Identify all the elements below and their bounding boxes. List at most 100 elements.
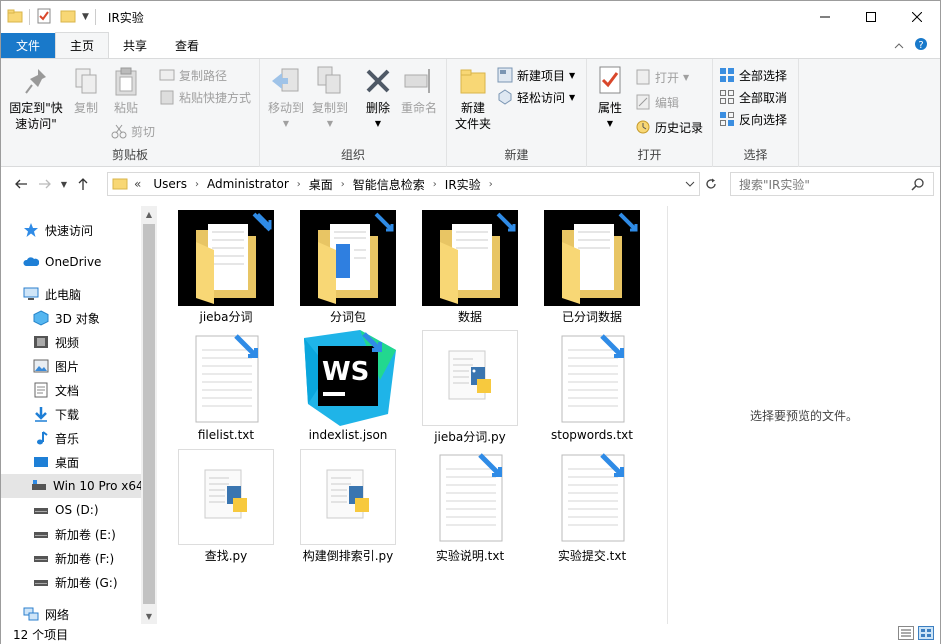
nav-onedrive[interactable]: OneDrive [23, 250, 101, 274]
delete-dropdown-icon: ▼ [374, 119, 382, 128]
nav-win10-drive[interactable]: Win 10 Pro x64 [1, 474, 141, 498]
up-button[interactable] [71, 172, 95, 196]
breadcrumb-separator-icon[interactable]: › [339, 179, 347, 190]
scroll-down-icon[interactable]: ▼ [141, 608, 157, 624]
breadcrumb-separator-icon[interactable]: › [431, 179, 439, 190]
scroll-thumb[interactable] [143, 224, 155, 604]
copy-button[interactable]: 复制 [67, 65, 105, 116]
address-dropdown-button[interactable] [681, 173, 699, 195]
tab-view[interactable]: 查看 [161, 33, 213, 58]
new-folder-button[interactable]: 新建 文件夹 [451, 65, 495, 132]
back-button[interactable] [9, 172, 33, 196]
new-folder-qat-icon[interactable] [60, 8, 76, 27]
tab-home[interactable]: 主页 [55, 32, 110, 58]
file-item[interactable]: 实验说明.txt [416, 449, 524, 565]
nav-volume-f[interactable]: 新加卷 (F:) [33, 546, 114, 570]
tab-file[interactable]: 文件 [1, 33, 56, 58]
qat-dropdown-icon[interactable]: ▼ [82, 12, 89, 22]
nav-videos[interactable]: 视频 [33, 330, 79, 354]
search-input[interactable]: 搜索"IR实验" [739, 176, 810, 193]
preview-pane: 选择要预览的文件。 [668, 206, 940, 624]
forward-button[interactable] [33, 172, 57, 196]
breadcrumb-administrator[interactable]: Administrator [201, 177, 295, 191]
nav-os-d[interactable]: OS (D:) [33, 498, 99, 522]
help-icon[interactable]: ? [914, 37, 928, 54]
file-item[interactable]: 构建倒排索引.py [294, 449, 402, 565]
breadcrumb-ir-lab[interactable]: IR实验 [439, 176, 487, 193]
nav-3d-objects[interactable]: 3D 对象 [33, 306, 100, 330]
breadcrumb-separator-icon[interactable]: › [487, 179, 495, 190]
file-item[interactable]: 查找.py [172, 449, 280, 565]
open-button[interactable]: 打开 ▼ [635, 67, 689, 87]
invert-selection-button[interactable]: 反向选择 [719, 109, 787, 129]
file-item[interactable]: stopwords.txt [538, 330, 646, 446]
nav-pictures[interactable]: 图片 [33, 354, 79, 378]
file-item[interactable]: 分词包 [294, 210, 402, 326]
paste-shortcut-button[interactable]: 粘贴快捷方式 [159, 87, 251, 107]
file-item[interactable]: 已分词数据 [538, 210, 646, 326]
move-to-button[interactable]: 移动到 ▼ [264, 65, 308, 132]
refresh-button[interactable] [702, 172, 720, 196]
nav-network[interactable]: 网络 [23, 602, 69, 624]
copy-to-button[interactable]: 复制到 ▼ [308, 65, 352, 132]
nav-this-pc[interactable]: 此电脑 [23, 282, 81, 306]
select-group-label: 选择 [743, 148, 768, 162]
breadcrumb-desktop[interactable]: 桌面 [303, 176, 339, 193]
view-toggle [898, 626, 934, 643]
svg-text:WS: WS [322, 357, 369, 387]
breadcrumb-users[interactable]: Users [147, 177, 193, 191]
file-item[interactable]: 实验提交.txt [538, 449, 646, 565]
scroll-up-icon[interactable]: ▲ [141, 206, 157, 222]
file-name: 已分词数据 [561, 310, 622, 324]
folder-icon [422, 210, 518, 306]
nav-volume-g[interactable]: 新加卷 (G:) [33, 570, 118, 594]
properties-button[interactable]: 属性 ▼ [591, 65, 629, 132]
breadcrumb-separator-icon[interactable]: › [295, 179, 303, 190]
select-none-button[interactable]: 全部取消 [719, 87, 787, 107]
file-item[interactable]: jieba分词 [172, 210, 280, 326]
nav-downloads[interactable]: 下载 [33, 402, 79, 426]
nav-scrollbar[interactable]: ▲ ▼ [141, 206, 157, 624]
file-name: 构建倒排索引.py [302, 549, 394, 563]
easy-access-button[interactable]: 轻松访问 ▼ [497, 87, 575, 107]
svg-text:?: ? [918, 40, 923, 51]
breadcrumb-overflow[interactable]: « [128, 177, 147, 191]
properties-qat-icon[interactable] [36, 8, 52, 27]
paste-button[interactable]: 粘贴 [107, 65, 145, 116]
details-view-icon[interactable] [898, 626, 914, 643]
history-button[interactable]: 历史记录 [635, 117, 703, 137]
minimize-button[interactable] [802, 1, 848, 33]
search-box[interactable]: 搜索"IR实验" [730, 172, 934, 196]
copy-path-button[interactable]: 复制路径 [159, 65, 227, 85]
file-item[interactable]: jieba分词.py [416, 330, 524, 446]
nav-music[interactable]: 音乐 [33, 426, 79, 450]
file-item[interactable]: 数据 [416, 210, 524, 326]
breadcrumb-info-retrieval[interactable]: 智能信息检索 [347, 176, 431, 193]
recent-locations-button[interactable]: ▼ [57, 172, 71, 196]
file-item[interactable]: WS indexlist.json [294, 330, 402, 446]
ribbon-collapse-icon[interactable] [894, 39, 904, 53]
new-group-label: 新建 [504, 148, 529, 162]
maximize-button[interactable] [848, 1, 894, 33]
folder-icon [178, 210, 274, 306]
delete-button[interactable]: 删除 ▼ [360, 65, 396, 132]
file-item[interactable]: filelist.txt [172, 330, 280, 446]
nav-documents[interactable]: 文档 [33, 378, 79, 402]
nav-desktop[interactable]: 桌面 [33, 450, 79, 474]
pin-quick-access-button[interactable]: 固定到"快 速访问" [5, 65, 67, 132]
large-icons-view-icon[interactable] [918, 626, 934, 643]
cut-button[interactable]: 剪切 [111, 121, 155, 141]
search-icon[interactable] [911, 177, 925, 191]
close-button[interactable] [894, 1, 940, 33]
address-bar[interactable]: « Users › Administrator › 桌面 › 智能信息检索 › … [107, 172, 700, 196]
new-item-button[interactable]: 新建项目 ▼ [497, 65, 575, 85]
tab-share[interactable]: 共享 [109, 33, 161, 58]
edit-button[interactable]: 编辑 [635, 92, 679, 112]
rename-button[interactable]: 重命名 [396, 65, 442, 116]
nav-quick-access[interactable]: 快速访问 [23, 218, 93, 242]
select-all-button[interactable]: 全部选择 [719, 65, 787, 85]
nav-volume-e[interactable]: 新加卷 (E:) [33, 522, 116, 546]
breadcrumb-separator-icon[interactable]: › [193, 179, 201, 190]
file-name: jieba分词 [199, 310, 253, 324]
chevron-down-icon: ▼ [60, 179, 68, 189]
